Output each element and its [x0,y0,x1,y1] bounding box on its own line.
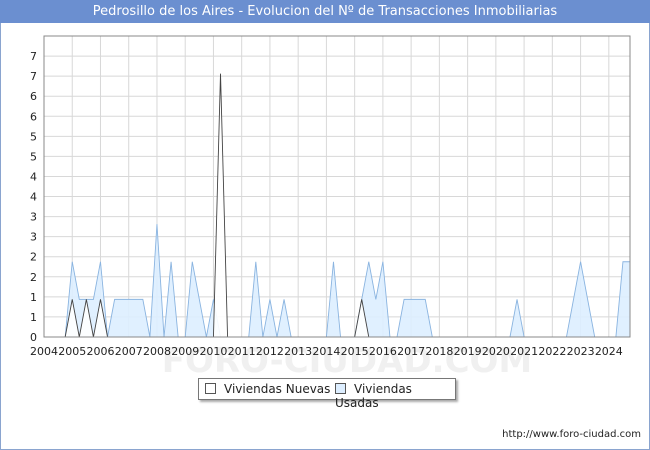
y-tick-label: 4 [30,191,37,204]
x-tick-label: 2009 [171,345,199,358]
x-tick-label: 2013 [284,345,312,358]
y-tick-label: 3 [30,231,37,244]
y-tick-label: 4 [30,170,37,183]
legend-item-nuevas: Viviendas Nuevas [205,382,330,396]
legend-swatch-nuevas [205,383,216,394]
x-tick-label: 2005 [58,345,86,358]
y-tick-label: 7 [30,70,37,83]
x-tick-label: 2010 [199,345,227,358]
x-tick-label: 2012 [256,345,284,358]
x-tick-label: 2023 [567,345,595,358]
x-tick-label: 2007 [115,345,143,358]
x-tick-label: 2006 [86,345,114,358]
grid [43,36,630,338]
x-tick-label: 2017 [397,345,425,358]
legend: Viviendas Nuevas Viviendas Usadas [198,378,456,410]
x-tick-label: 2022 [538,345,566,358]
y-tick-label: 2 [30,251,37,264]
y-tick-label: 0 [30,331,37,344]
legend-swatch-usadas [335,383,346,394]
legend-label-nuevas: Viviendas Nuevas [224,382,331,396]
x-tick-label: 2016 [369,345,397,358]
x-tick-label: 2004 [30,345,58,358]
y-tick-label: 3 [30,211,37,224]
x-tick-label: 2019 [454,345,482,358]
legend-item-usadas: Viviendas Usadas [335,382,455,410]
footer-url[interactable]: http://www.foro-ciudad.com [502,429,641,440]
x-tick-label: 2014 [312,345,340,358]
y-tick-label: 7 [30,50,37,63]
plot-area [44,36,630,337]
y-tick-label: 1 [30,291,37,304]
x-tick-label: 2011 [228,345,256,358]
x-tick-label: 2008 [143,345,171,358]
x-tick-label: 2021 [510,345,538,358]
y-tick-label: 1 [30,311,37,324]
x-tick-label: 2015 [341,345,369,358]
x-tick-label: 2024 [595,345,623,358]
x-tick-label: 2020 [482,345,510,358]
y-tick-label: 6 [30,110,37,123]
x-tick-label: 2018 [425,345,453,358]
y-tick-label: 5 [30,150,37,163]
y-tick-label: 5 [30,130,37,143]
y-tick-label: 6 [30,90,37,103]
y-tick-label: 2 [30,271,37,284]
